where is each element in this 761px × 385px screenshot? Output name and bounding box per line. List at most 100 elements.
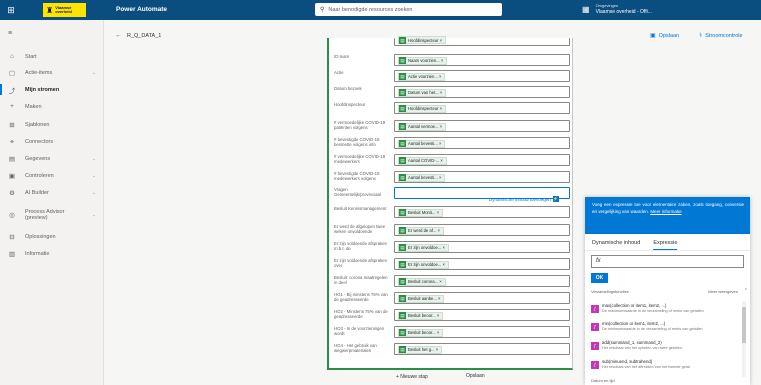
see-more-link[interactable]: Meer weergeven	[708, 289, 738, 294]
field-input[interactable]: ▤ Besluit aanbe... ×	[394, 292, 570, 304]
function-description: De maximumwaarde in de verzameling of re…	[602, 309, 704, 313]
app-title[interactable]: Power Automate	[116, 6, 167, 13]
logo-text: Vlaamse overheid	[55, 5, 72, 14]
dynamic-token[interactable]: ▤ Aantal vermoe... ×	[398, 122, 447, 131]
dynamic-token[interactable]: ▤ Er zijn onvoldoe... ×	[398, 243, 449, 252]
learn-more-link[interactable]: Meer informatie	[650, 209, 681, 214]
sidebar-item-label: Start	[25, 53, 37, 60]
sidebar-item-gegevens[interactable]: ▤ Gegevens ⌄	[0, 152, 104, 165]
bottom-save-button[interactable]: Opslaan	[466, 373, 485, 379]
field-input[interactable]: ▤ Er zijn onvoldoe... ×	[394, 241, 570, 253]
function-item[interactable]: ƒ min(collection or item1, item2, ...) De …	[591, 321, 739, 337]
token-text: Hoofdinspecteur ×	[408, 106, 443, 111]
forms-icon: ▤	[399, 73, 406, 80]
sidebar-item-ai-builder[interactable]: ⚙ AI Builder ⌄	[0, 186, 104, 199]
dynamic-token[interactable]: ▤ Hoofdinspecteur ×	[398, 36, 447, 44]
sidebar-item-label: Sjablonen	[25, 121, 50, 128]
field-input[interactable]: ▤ Besluit Monit... ×	[394, 206, 570, 218]
monitor-icon: ▣	[8, 172, 16, 180]
dynamic-token[interactable]: ▤ Besluit het g... ×	[398, 345, 443, 354]
forms-icon: ▤	[399, 105, 406, 112]
database-icon: ▤	[8, 155, 16, 163]
dynamic-token[interactable]: ▤ Besluit aanbe... ×	[398, 294, 445, 303]
sidebar-item-label: Oplossingen	[25, 233, 56, 240]
panel-scrollbar[interactable]	[742, 301, 746, 377]
sidebar-item-mijn-stromen[interactable]: ⤴ Mijn stromen	[0, 83, 104, 96]
dynamic-token[interactable]: ▤ Besluit beoor... ×	[398, 328, 444, 337]
token-text: Besluit beoor... ×	[408, 330, 440, 335]
chevron-down-icon: ⌄	[91, 155, 96, 162]
function-name: min(collection or item1, item2, ...)	[602, 321, 666, 326]
function-item[interactable]: ƒ add(summand_1, summand_2) Het resultaat …	[591, 340, 739, 356]
dynamic-token[interactable]: ▤ Besluit beoor... ×	[398, 311, 444, 320]
field-input[interactable]: ▤ Aantal vermoe... ×	[394, 120, 570, 132]
sidebar-item-maken[interactable]: + Maken	[0, 100, 104, 113]
field-input[interactable]: ▤ Er zijn onvoldoe... ×	[394, 258, 570, 270]
dynamic-token[interactable]: ▤ Aantal bevesti... ×	[398, 139, 446, 148]
dynamic-token[interactable]: ▤ Er werd de af... ×	[398, 226, 445, 235]
dynamic-token[interactable]: ▤ Besluit Monit... ×	[398, 208, 444, 217]
field-input[interactable]: ▤ Hoofdinspecteur ×	[394, 36, 570, 46]
field-input[interactable]: ▤ Besluit beoor... ×	[394, 309, 570, 321]
sidebar-item-process-advisor[interactable]: ◎ Process Advisor (preview) ⌄	[0, 206, 104, 224]
field-input[interactable]: ▤ Aantal bevesti... ×	[394, 171, 570, 183]
ok-button[interactable]: OK	[591, 273, 608, 283]
flow-name: R_Q_DATA_1	[127, 33, 162, 39]
forms-icon: ▤	[399, 329, 406, 336]
function-name: max(collection or item1, item2, ...)	[602, 303, 667, 308]
add-dynamic-content-link[interactable]: Dynamische inhoud toevoegen ⚡	[489, 196, 559, 202]
flow-checker-button[interactable]: ⚕ Stroomcontrole	[699, 32, 743, 40]
dynamic-token[interactable]: ▤ Er zijn onvoldoe... ×	[398, 260, 449, 269]
dynamic-token[interactable]: ▤ Aantal bevesti... ×	[398, 173, 446, 182]
sidebar-item-start[interactable]: ⌂ Start	[0, 50, 104, 63]
field-input[interactable]: ▤ Actie voorzien... ×	[394, 70, 570, 82]
dynamic-token[interactable]: ▤ Besluit corona... ×	[398, 277, 446, 286]
dynamic-token[interactable]: ▤ Actie voorzien... ×	[398, 72, 446, 81]
field-input[interactable]: ▤ Besluit het g... ×	[394, 343, 570, 355]
field-input[interactable]: ▤ Aantal bevesti... ×	[394, 137, 570, 149]
scroll-thumb[interactable]	[742, 307, 746, 343]
save-button[interactable]: ▣ Opslaan	[650, 32, 679, 40]
function-description: Het resultaat van het aftrekken van het …	[602, 365, 690, 369]
function-category-header: Verzamelingsfuncties Meer weergeven ⌃	[591, 288, 748, 294]
dynamic-token[interactable]: ▤ Hoofdinspecteur ×	[398, 104, 447, 113]
field-input[interactable]: ▤ Besluit beoor... ×	[394, 326, 570, 338]
tab-dynamic-content[interactable]: Dynamische inhoud	[592, 240, 640, 250]
field-input[interactable]: ▤ Aantal COVID-... ×	[394, 154, 570, 166]
tab-expression[interactable]: Expressie	[653, 240, 678, 250]
field-input[interactable]: ▤ Naam voorzien... ×	[394, 54, 570, 66]
expression-input[interactable]: fx	[591, 255, 744, 268]
environment-picker[interactable]: ▦ Omgevingen Vlaamse overheid - Offi...	[582, 3, 652, 15]
field-input[interactable]: ▤ Er werd de af... ×	[394, 224, 570, 236]
field-input[interactable]: ▤ Hoofdinspecteur ×	[394, 102, 570, 114]
dynamic-token[interactable]: ▤ Naam voorzien... ×	[398, 56, 448, 65]
dynamic-token[interactable]: ▤ Datum van het... ×	[398, 88, 447, 97]
sidebar-item-sjablonen[interactable]: ⊞ Sjablonen	[0, 118, 104, 131]
field-input[interactable]: ▤ Besluit corona... ×	[394, 275, 570, 287]
sidebar-item-connectors[interactable]: ⚭ Connectors	[0, 135, 104, 148]
token-text: Aantal COVID-... ×	[408, 158, 443, 163]
sidebar-item-oplossingen[interactable]: ⊟ Oplossingen	[0, 230, 104, 243]
dynamic-token[interactable]: ▤ Aantal COVID-... ×	[398, 156, 447, 165]
function-icon: ƒ	[591, 342, 599, 350]
function-item[interactable]: ƒ sub(minuend, subtrahend) Het resultaat v…	[591, 359, 739, 375]
sidebar-item-actie-items[interactable]: ▢ Actie-items ⌄	[0, 66, 104, 79]
sidebar-item-controleren[interactable]: ▣ Controleren ⌄	[0, 169, 104, 182]
function-category-title: Verzamelingsfuncties	[591, 289, 629, 294]
function-item[interactable]: ƒ max(collection or item1, item2, ...) De …	[591, 303, 739, 319]
field-label: Besluit: corona maatregelen in deel	[334, 275, 388, 285]
hamburger-icon[interactable]: ≡	[8, 30, 12, 37]
sidebar-item-informatie[interactable]: ▥ Informatie	[0, 247, 104, 260]
chevron-up-icon[interactable]: ⌃	[744, 288, 748, 294]
field-input[interactable]: ▤ Datum van het... ×	[394, 86, 570, 98]
dynamic-content-panel: Voeg een expressie toe voor elementaire …	[585, 197, 750, 385]
forms-icon: ▤	[399, 244, 406, 251]
search-input[interactable]: ⚲ Naar benodigde resources zoeken	[315, 3, 502, 16]
function-icon: ƒ	[591, 323, 599, 331]
save-icon: ▣	[650, 33, 656, 39]
token-text: Naam voorzien... ×	[408, 58, 444, 63]
app-launcher-icon[interactable]: ⊞	[0, 0, 22, 20]
org-logo: ♜ Vlaamse overheid	[43, 3, 86, 17]
new-step-button[interactable]: + Nieuwe stap	[396, 374, 428, 380]
back-arrow-icon[interactable]: ←	[115, 32, 122, 39]
